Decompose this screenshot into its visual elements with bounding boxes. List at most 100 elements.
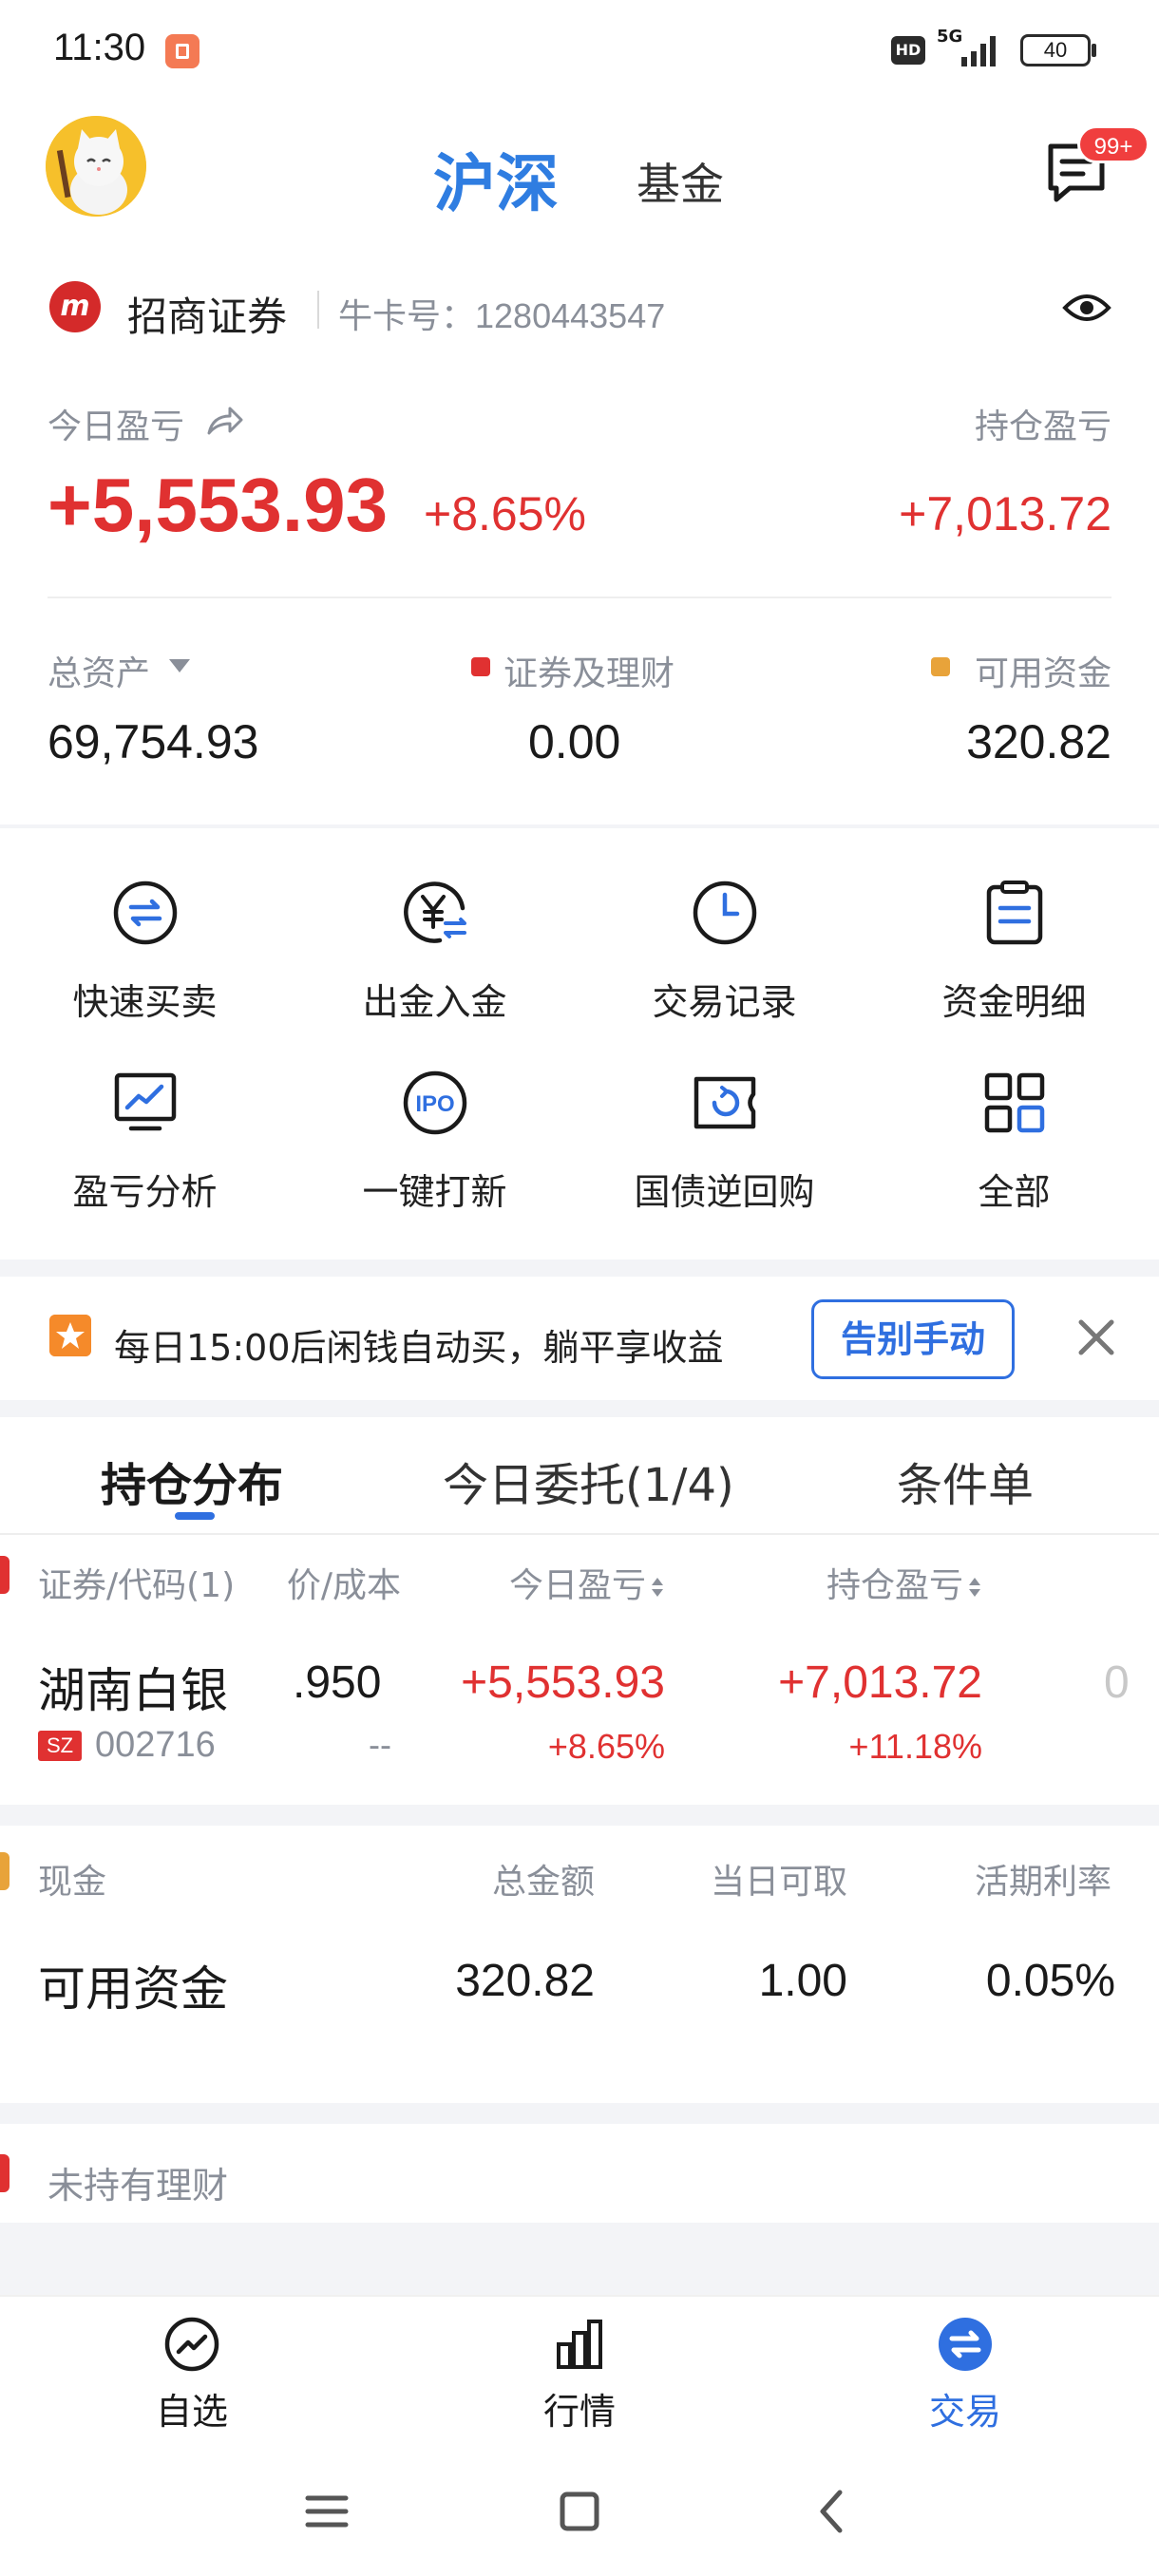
row-today-pl: +5,553.93	[461, 1657, 665, 1708]
today-pl-percent: +8.65%	[424, 487, 586, 540]
avatar[interactable]	[46, 116, 146, 217]
col-header-today-pl[interactable]: 今日盈亏	[509, 1558, 665, 1607]
status-time: 11:30	[53, 27, 146, 68]
section-divider	[0, 2103, 1159, 2124]
tab-conditional-orders[interactable]: 条件单	[897, 1448, 1034, 1514]
divider	[48, 597, 1112, 598]
section-divider	[0, 1400, 1159, 1417]
quick-action-label: 出金入金	[362, 981, 507, 1023]
card-value: 1280443547	[475, 296, 666, 335]
svg-text:IPO: IPO	[415, 1091, 454, 1117]
home-icon[interactable]	[551, 2483, 608, 2540]
swap-icon	[113, 881, 178, 945]
col-header-hold-pl[interactable]: 持仓盈亏	[826, 1558, 982, 1607]
tab-today-orders[interactable]: 今日委托(1/4)	[443, 1448, 734, 1514]
caret-down-icon[interactable]	[169, 659, 190, 672]
stock-code: 002716	[95, 1725, 216, 1765]
chart-monitor-icon	[114, 1072, 177, 1131]
available-value: 320.82	[966, 715, 1112, 768]
star-icon	[49, 1315, 91, 1356]
section-divider	[0, 1805, 1159, 1826]
row-hold-pct: +11.18%	[848, 1727, 982, 1766]
reverse-repo[interactable]: 国债逆回购	[580, 1070, 869, 1231]
divider	[317, 291, 319, 329]
hd-badge: HD	[891, 36, 925, 65]
battery-tip	[1092, 44, 1096, 57]
repo-ticket-icon	[694, 1076, 756, 1129]
menu-icon[interactable]	[298, 2483, 355, 2540]
close-icon[interactable]	[1072, 1313, 1121, 1362]
divider	[0, 2295, 1159, 2297]
securities-dot	[471, 657, 490, 676]
fund-details[interactable]: 资金明细	[869, 880, 1159, 1041]
card-label: 牛卡号：	[338, 297, 476, 336]
pl-analysis[interactable]: 盈亏分析	[0, 1070, 290, 1231]
col-header-price-cost: 价/成本	[286, 1566, 401, 1605]
nav-trade[interactable]: 交易	[889, 2316, 1041, 2439]
nav-watchlist[interactable]: 自选	[116, 2316, 268, 2439]
promo-text[interactable]: 每日15:00后闲钱自动买，躺平享收益	[114, 1318, 724, 1371]
ipo-icon: IPO	[403, 1070, 467, 1135]
total-assets-label[interactable]: 总资产	[48, 646, 150, 695]
tab-fund[interactable]: 基金	[636, 150, 724, 213]
cash-rate: 0.05%	[985, 1956, 1115, 2006]
nav-market[interactable]: 行情	[504, 2316, 656, 2439]
quick-buy-sell[interactable]: 快速买卖	[0, 880, 290, 1041]
share-icon[interactable]	[205, 405, 245, 437]
grid-icon	[984, 1072, 1045, 1133]
cash-withdrawable: 1.00	[758, 1956, 847, 2006]
col-header-today-pl-label: 今日盈亏	[508, 1566, 646, 1605]
nav-label: 交易	[928, 2391, 1001, 2433]
notification-icon	[165, 34, 200, 68]
cash-header-rate: 活期利率	[974, 1863, 1112, 1902]
cash-name: 可用资金	[38, 1961, 228, 2017]
col-header-security[interactable]: 证券/代码(1)	[38, 1558, 235, 1607]
section-divider	[0, 824, 1159, 828]
no-finance-label: 未持有理财	[48, 2165, 229, 2207]
row-hold-pl: +7,013.72	[778, 1657, 982, 1708]
signal-icon	[961, 36, 996, 66]
hold-pl-value: +7,013.72	[899, 487, 1112, 540]
yuan-transfer-icon	[404, 881, 466, 943]
nav-label: 自选	[155, 2391, 228, 2433]
deposit-withdraw[interactable]: 出金入金	[290, 880, 580, 1041]
securities-value: 0.00	[528, 715, 621, 768]
trade-swap-icon	[939, 2318, 992, 2371]
cash-header-withdrawable: 当日可取	[710, 1863, 847, 1902]
broker-name[interactable]: 招商证券	[127, 285, 287, 343]
quick-action-label: 资金明细	[941, 981, 1087, 1023]
section-marker	[0, 1852, 10, 1890]
section-divider	[0, 1260, 1159, 1277]
tab-positions[interactable]: 持仓分布	[101, 1448, 283, 1514]
clock-icon	[693, 881, 757, 945]
back-icon[interactable]	[804, 2483, 861, 2540]
today-pl-label: 今日盈亏	[48, 407, 185, 446]
tab-hushen[interactable]: 沪深	[433, 133, 559, 224]
market-badge: SZ	[38, 1731, 82, 1761]
battery-icon: 40	[1020, 34, 1091, 66]
divider	[0, 1533, 1159, 1535]
ipo-subscribe[interactable]: IPO 一键打新	[290, 1070, 580, 1231]
securities-label: 证券及理财	[504, 654, 675, 693]
tab-active-indicator	[175, 1512, 215, 1520]
all-actions[interactable]: 全部	[869, 1070, 1159, 1231]
trade-records[interactable]: 交易记录	[580, 880, 869, 1041]
quick-action-label: 盈亏分析	[72, 1171, 218, 1213]
trend-icon	[164, 2317, 219, 2372]
message-badge: 99+	[1077, 125, 1150, 163]
row-today-pct: +8.65%	[547, 1727, 665, 1766]
section-divider	[0, 2223, 1159, 2295]
sort-icon	[652, 1578, 663, 1597]
card-number: 牛卡号：1280443547	[338, 289, 665, 338]
section-marker	[0, 2154, 10, 2192]
clipboard-icon	[986, 881, 1043, 945]
broker-logo: m	[49, 281, 101, 332]
today-pl-value: +5,553.93	[48, 463, 389, 547]
eye-icon[interactable]	[1062, 289, 1112, 327]
promo-button[interactable]: 告别手动	[811, 1299, 1015, 1379]
quick-action-label: 国债逆回购	[634, 1171, 815, 1213]
cash-header-total: 总金额	[491, 1863, 595, 1902]
quick-action-label: 快速买卖	[72, 981, 218, 1023]
bar-chart-icon	[557, 2320, 602, 2369]
col-header-hold-pl-label: 持仓盈亏	[826, 1566, 963, 1605]
